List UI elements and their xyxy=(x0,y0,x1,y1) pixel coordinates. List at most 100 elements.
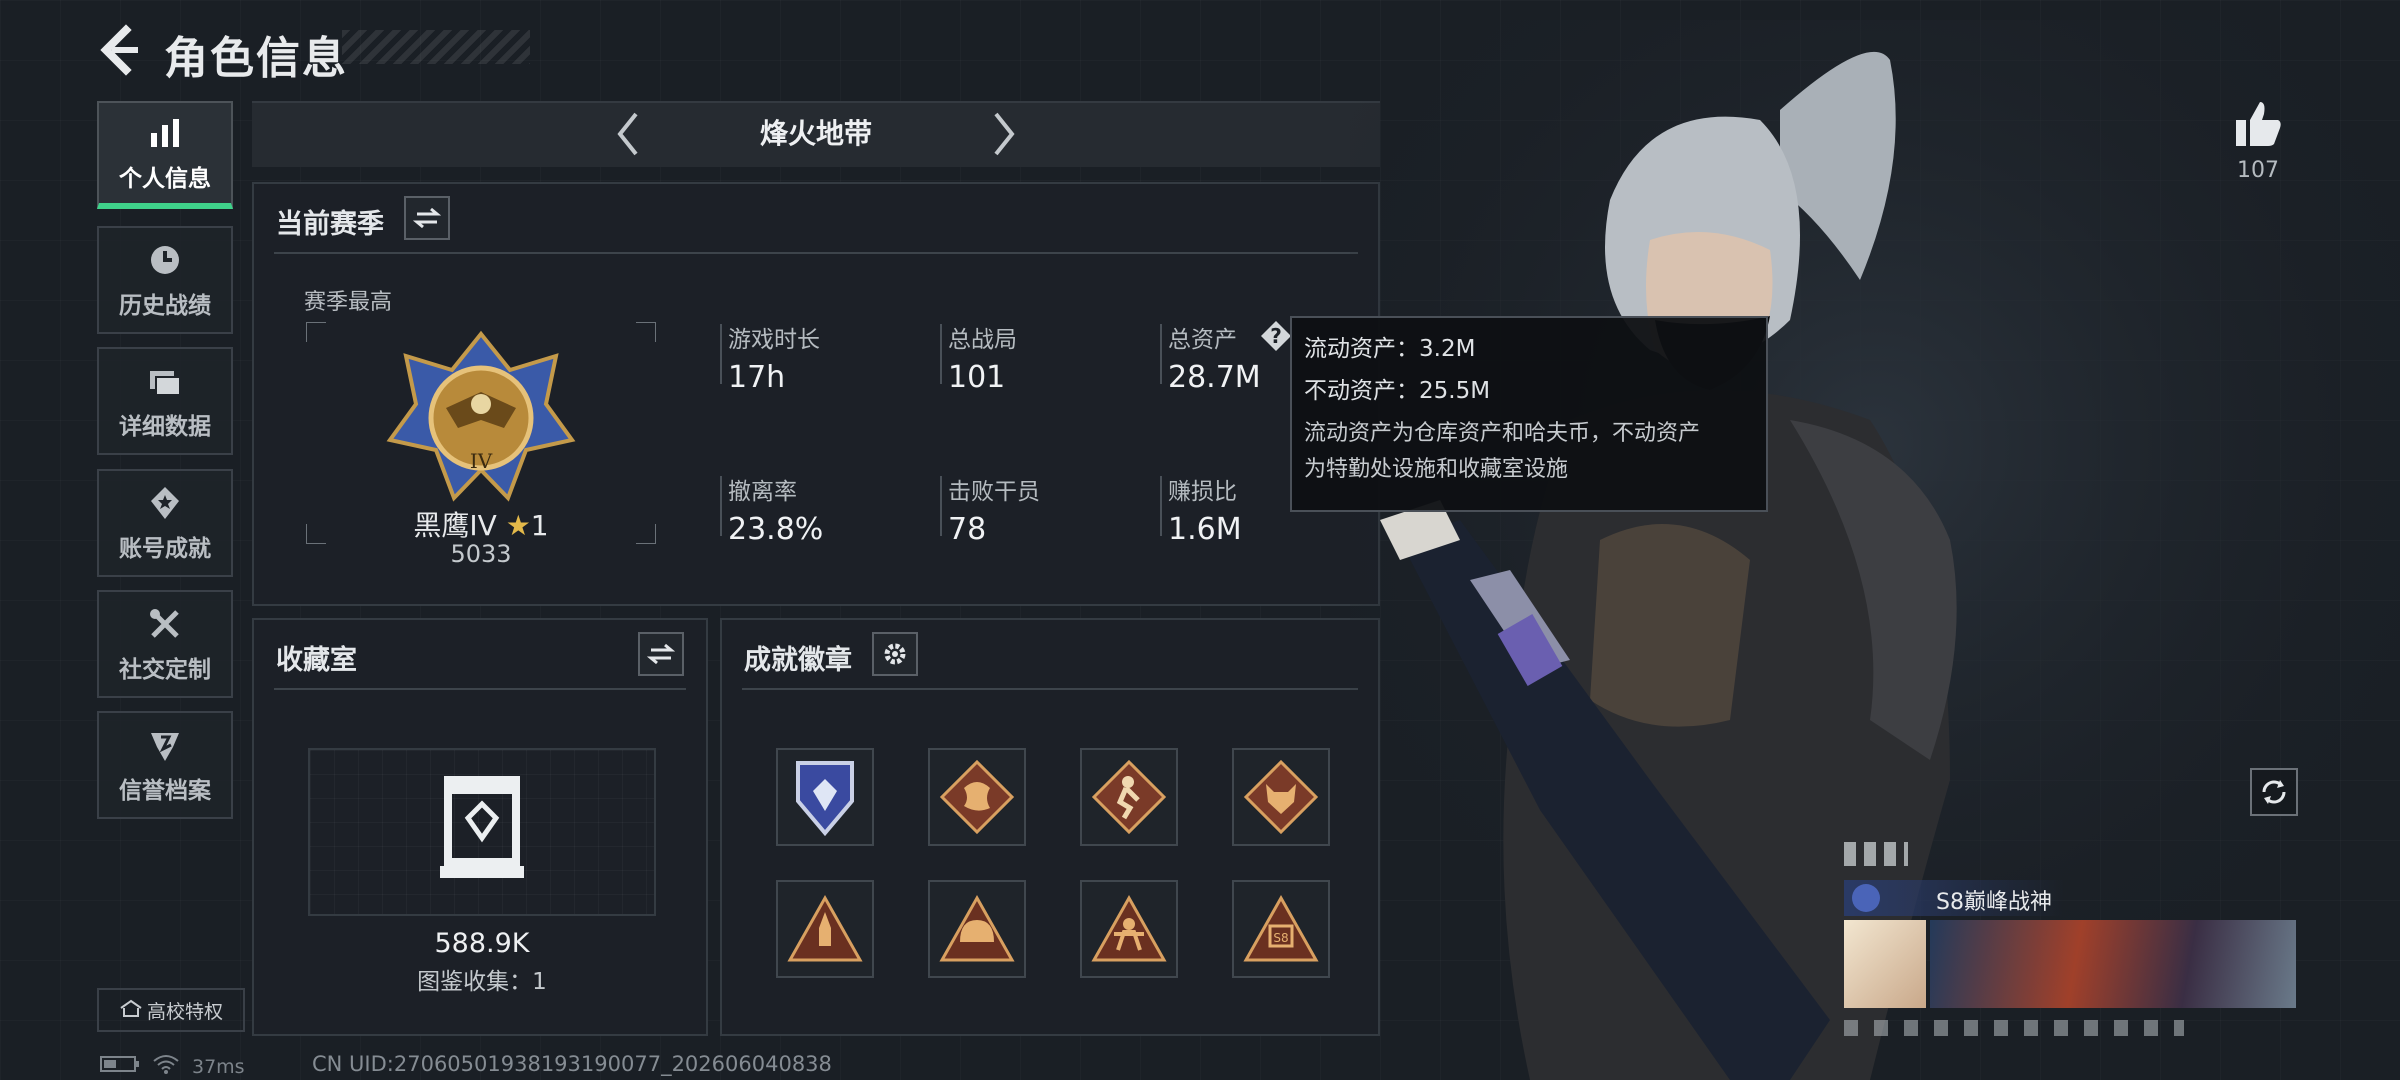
tooltip-fixed-assets: 不动资产：25.5M xyxy=(1304,378,1491,404)
nav-item-label: 信誉档案 xyxy=(119,778,211,804)
achievement-badge[interactable] xyxy=(1080,748,1178,846)
svg-text:S8: S8 xyxy=(1273,931,1288,945)
collection-value: 588.9K xyxy=(434,928,530,959)
s8-badge-icon: S8 xyxy=(1243,894,1319,962)
back-button[interactable] xyxy=(96,22,146,78)
stat-bar xyxy=(940,476,942,536)
mode-next-button[interactable] xyxy=(982,106,1026,162)
wifi-icon xyxy=(152,1054,180,1079)
collection-divider xyxy=(274,688,686,690)
uid-text: CN UID:27060501938193190077_202606040838 xyxy=(312,1052,832,1076)
folder-icon xyxy=(145,361,185,401)
nav-item-label: 详细数据 xyxy=(119,414,211,440)
stat-bar xyxy=(940,324,942,384)
achievement-badge[interactable] xyxy=(1232,748,1330,846)
swap-icon xyxy=(647,643,675,665)
season-switch-button[interactable] xyxy=(404,196,450,240)
collection-display[interactable] xyxy=(308,748,656,916)
mode-title: 烽火地带 xyxy=(759,117,872,150)
campus-label: 高校特权 xyxy=(146,1000,223,1023)
stat-label-playtime: 游戏时长 xyxy=(728,327,820,353)
star-icon: ★ xyxy=(505,509,531,542)
page-title: 角色信息 xyxy=(164,33,348,84)
rank-emblem-icon: IV xyxy=(386,330,576,506)
assets-tooltip: 流动资产：3.2M 不动资产：25.5M 流动资产为仓库资产和哈夫币，不动资产 … xyxy=(1290,316,1768,512)
like-count: 107 xyxy=(2237,158,2279,183)
nav-item-reputation[interactable]: 信誉档案 xyxy=(97,711,233,819)
refresh-icon xyxy=(2262,780,2286,804)
nav-item-match-history[interactable]: 历史战绩 xyxy=(97,226,233,334)
chevron-right-icon xyxy=(994,112,1015,156)
nav-item-account-achievements[interactable]: 账号成就 xyxy=(97,469,233,577)
achievement-badge[interactable] xyxy=(776,880,874,978)
stat-label-kills: 击败干员 xyxy=(948,479,1040,505)
back-arrow-icon xyxy=(100,24,138,76)
player-info-mosaic xyxy=(1844,1020,2184,1036)
player-name-mosaic xyxy=(1844,842,1908,866)
campus-privilege-button[interactable]: 高校特权 xyxy=(97,988,245,1032)
assets-help-icon[interactable]: ? xyxy=(1260,320,1292,352)
achievements-panel: 成就徽章 S8 xyxy=(720,618,1380,1036)
bar-chart-icon xyxy=(145,113,185,153)
like-button[interactable] xyxy=(2230,96,2286,152)
rank-stars: 1 xyxy=(530,509,549,542)
achievements-settings-button[interactable] xyxy=(872,632,918,676)
collection-title: 收藏室 xyxy=(276,645,357,676)
player-card-banner[interactable] xyxy=(1930,920,2296,1008)
nav-item-label: 个人信息 xyxy=(119,166,211,192)
stat-value-extract-rate: 23.8% xyxy=(728,512,824,547)
stat-value-total-matches: 101 xyxy=(948,360,1006,395)
ping-value: 37ms xyxy=(192,1055,245,1078)
title-decoration xyxy=(342,30,530,64)
achievement-badge[interactable] xyxy=(776,748,874,846)
stat-bar xyxy=(720,324,722,384)
status-bar: 37ms xyxy=(100,1054,245,1079)
player-avatar[interactable] xyxy=(1844,920,1926,1008)
nav-item-detailed-data[interactable]: 详细数据 xyxy=(97,347,233,455)
chevron-left-icon xyxy=(617,112,638,156)
season-divider xyxy=(274,252,1358,254)
season-best-label: 赛季最高 xyxy=(304,290,393,315)
stat-value-profit-ratio: 1.6M xyxy=(1168,512,1242,547)
tools-icon xyxy=(145,604,185,644)
helmet-badge-icon xyxy=(939,894,1015,962)
tooltip-desc-1: 流动资产为仓库资产和哈夫币，不动资产 xyxy=(1304,421,1701,446)
stat-value-total-assets: 28.7M xyxy=(1168,360,1261,395)
medal-icon xyxy=(145,483,185,523)
rocket-badge-icon xyxy=(787,894,863,962)
tooltip-liquid-assets: 流动资产：3.2M xyxy=(1304,336,1476,362)
runner-badge-icon xyxy=(1091,759,1167,835)
wolf-badge-icon xyxy=(1243,759,1319,835)
collection-panel: 收藏室 588.9K 图鉴收集：1 xyxy=(252,618,708,1036)
tooltip-desc-2: 为特勤处设施和收藏室设施 xyxy=(1304,457,1569,482)
collection-catalog: 图鉴收集：1 xyxy=(417,969,547,995)
dragon-badge-icon xyxy=(939,759,1015,835)
shield-icon xyxy=(145,725,185,765)
thumbs-up-icon xyxy=(2236,102,2281,146)
svg-text:IV: IV xyxy=(470,449,493,473)
stat-value-kills: 78 xyxy=(948,512,987,547)
mode-prev-button[interactable] xyxy=(606,106,650,162)
svg-text:?: ? xyxy=(1270,324,1282,348)
collection-switch-button[interactable] xyxy=(638,632,684,676)
nav-item-personal-info[interactable]: 个人信息 xyxy=(97,101,233,209)
stat-label-extract-rate: 撤离率 xyxy=(728,479,797,505)
nav-item-social-custom[interactable]: 社交定制 xyxy=(97,590,233,698)
rank-name: 黑鹰IV xyxy=(413,509,497,542)
rank-name-row: 黑鹰IV ★1 xyxy=(306,504,656,544)
achievements-title: 成就徽章 xyxy=(744,645,852,676)
achievement-badge[interactable] xyxy=(928,748,1026,846)
stat-bar xyxy=(1160,476,1162,536)
display-case-icon xyxy=(440,776,524,878)
title-emblem-icon xyxy=(1852,884,1880,912)
stat-value-playtime: 17h xyxy=(728,360,786,395)
nav-item-label: 账号成就 xyxy=(119,536,211,562)
current-season-panel: 当前赛季 赛季最高 IV 黑鹰IV ★1 5033 游戏时长 17h 总战局 1… xyxy=(252,182,1380,606)
achievement-badge[interactable] xyxy=(928,880,1026,978)
refresh-button[interactable] xyxy=(2250,768,2298,816)
achievement-badge[interactable] xyxy=(1080,880,1178,978)
clock-icon xyxy=(145,240,185,280)
campus-icon xyxy=(119,998,143,1023)
stat-label-total-matches: 总战局 xyxy=(948,327,1017,353)
achievement-badge[interactable]: S8 xyxy=(1232,880,1330,978)
